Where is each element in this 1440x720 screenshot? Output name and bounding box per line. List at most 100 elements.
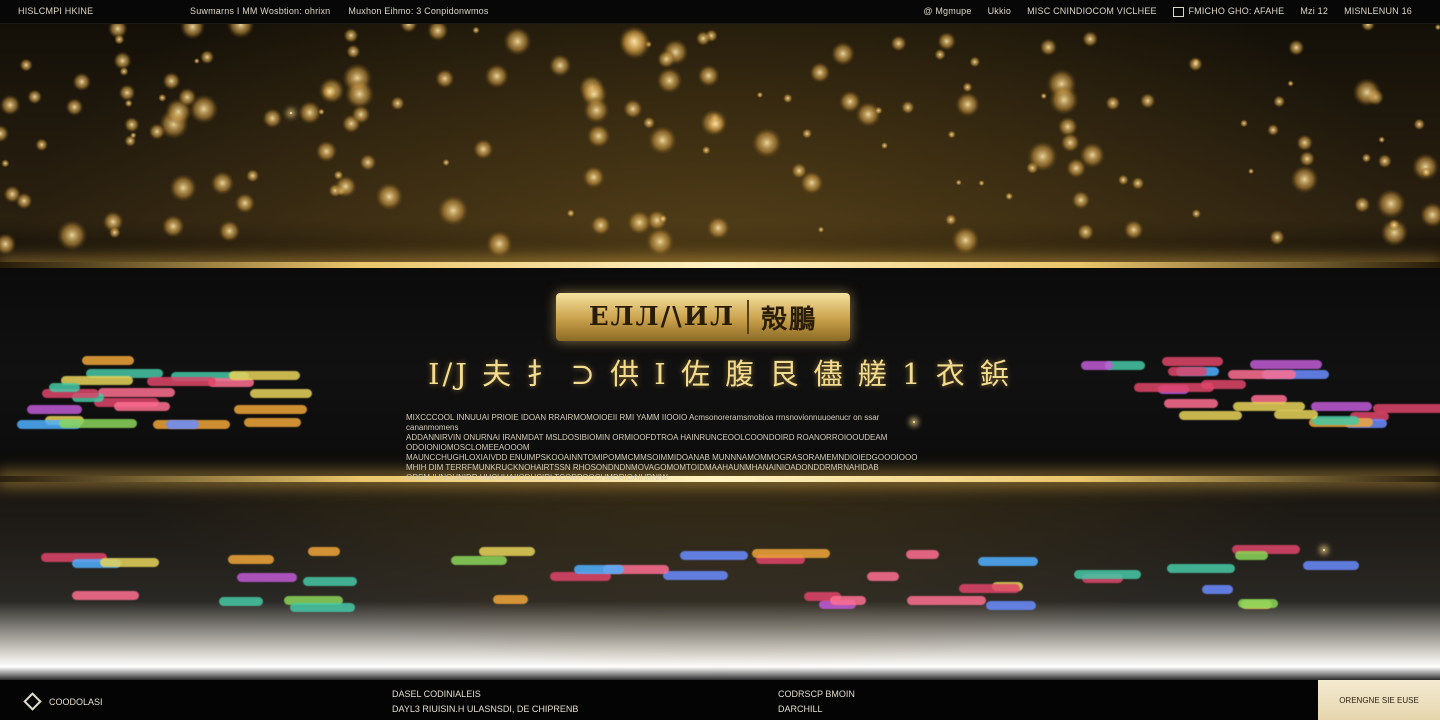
color-chip	[985, 601, 1037, 611]
color-chip	[218, 596, 264, 606]
bokeh-dot	[321, 83, 338, 100]
bokeh-dot	[962, 82, 973, 93]
color-chip	[493, 595, 529, 605]
bokeh-dot	[1131, 176, 1145, 190]
bokeh-dot	[618, 25, 650, 57]
bokeh-dot	[113, 34, 125, 45]
bokeh-dot	[590, 214, 612, 236]
bokeh-dot	[19, 58, 33, 72]
bokeh-dot	[627, 210, 652, 235]
bokeh-dot	[1353, 196, 1371, 214]
bokeh-dot	[1027, 140, 1058, 172]
bokeh-dot	[1421, 167, 1432, 178]
bokeh-dot	[1048, 84, 1080, 116]
bokeh-dot	[390, 96, 405, 111]
footer: COODOLASI DASEL CODINIALEIS DAYL3 RIUISI…	[0, 680, 1440, 720]
bokeh-dot	[118, 84, 136, 102]
bokeh-dot	[161, 214, 185, 238]
bokeh-dot	[15, 192, 33, 210]
bokeh-dot	[158, 93, 167, 103]
bokeh-dot	[1123, 219, 1144, 240]
nav-link-2[interactable]: Muxhon Eihmo: 3 Conpidonwmos	[348, 6, 488, 16]
bokeh-dot	[199, 49, 215, 65]
nav-right: @ Mgmupe Ukkio MISC CNINDIOCOM VICLHEE F…	[923, 6, 1412, 17]
bokeh-dot	[874, 106, 883, 115]
nav-link-7[interactable]: Mzi 12	[1300, 6, 1328, 16]
hero-headline: I/J 夫 扌 ⊃ 供 I 佐 腹 艮 儘 艖 1 衣 鋲	[428, 357, 1012, 391]
footer-logo[interactable]: COODOLASI	[23, 692, 103, 711]
footer-cta-button[interactable]: ORENGNE SIE EUSE	[1318, 680, 1440, 720]
color-chip	[303, 577, 358, 587]
bokeh-dot	[119, 66, 129, 77]
nav-link-3[interactable]: @ Mgmupe	[923, 6, 971, 16]
bokeh-dot	[1105, 95, 1121, 111]
bokeh-dot	[1273, 95, 1286, 108]
bokeh-dot	[35, 138, 49, 152]
bokeh-dot	[169, 173, 198, 202]
bokeh-dot	[1188, 56, 1203, 72]
color-chip	[978, 556, 1038, 566]
footer-link[interactable]: DASEL CODINIALEIS	[392, 687, 578, 702]
sparkle	[1323, 549, 1325, 551]
color-chip	[751, 548, 830, 558]
color-chip	[165, 420, 199, 430]
diamond-icon	[23, 692, 42, 711]
bokeh-dot	[1267, 123, 1280, 136]
bokeh-dot	[234, 192, 256, 214]
bokeh-dot	[437, 194, 469, 227]
nav-link-6[interactable]: FMICHO GHO: AFAHE	[1172, 6, 1285, 17]
bokeh-dot	[129, 131, 137, 139]
footer-logo-text: COODOLASI	[49, 696, 103, 707]
bokeh-dot	[65, 97, 84, 117]
bokeh-dot	[799, 170, 824, 195]
nav-link-5[interactable]: MISC CNINDIOCOM VICLHEE	[1027, 6, 1157, 16]
bokeh-dot	[622, 98, 643, 119]
description-line: ORSM IUNOUNIDR UHCHUAIIODUCIRI TCORPOOCH…	[406, 473, 668, 482]
bokeh-dot	[1239, 119, 1249, 128]
sparkle	[290, 112, 292, 114]
bokeh-dot	[656, 67, 683, 94]
bokeh-dot	[193, 58, 200, 64]
color-chip	[574, 564, 625, 574]
color-chip	[1232, 401, 1305, 411]
bokeh-dot	[123, 116, 140, 133]
brand-logo-badge[interactable]: ЕЛЛ/\ИЛ 殻鵬	[556, 293, 850, 341]
color-chip	[228, 554, 274, 564]
color-chip	[26, 405, 83, 415]
color-chip	[71, 590, 139, 600]
bokeh-dot	[645, 227, 675, 257]
nav-link-8[interactable]: MISNLENUN 16	[1344, 6, 1412, 16]
bokeh-dot	[548, 53, 572, 77]
footer-link[interactable]: DARCHILL	[778, 702, 855, 717]
bokeh-dot	[0, 94, 21, 116]
bokeh-dot	[315, 140, 338, 163]
bokeh-dot	[817, 226, 825, 233]
color-chip	[867, 572, 900, 582]
bokeh-dot	[1040, 92, 1048, 100]
bokeh-dot	[706, 216, 731, 240]
nav-link-1[interactable]: Suwmarns I MM Wosbtion: ohrixn	[190, 6, 330, 16]
bokeh-dot	[838, 90, 862, 113]
nav-link-6-label: FMICHO GHO: AFAHE	[1188, 6, 1285, 16]
bokeh-dot	[108, 226, 121, 239]
bokeh-dot	[830, 41, 856, 66]
bokeh-dot	[1296, 134, 1314, 152]
color-chip	[907, 595, 986, 605]
bokeh-dot	[1079, 142, 1106, 169]
bokeh-dot	[705, 113, 726, 134]
bokeh-dot	[1071, 190, 1091, 210]
footer-link[interactable]: DAYL3 RIUISIN.H ULASNSDI, DE CHIPRENB	[392, 702, 578, 717]
brand-name[interactable]: HISLCMPI HKINE	[18, 6, 93, 16]
bokeh-dot	[978, 179, 985, 187]
bokeh-dot	[890, 35, 907, 52]
color-chip	[1273, 410, 1319, 420]
bokeh-dot	[951, 225, 980, 255]
footer-column-2: CODRSCP BMOIN DARCHILL	[778, 687, 855, 717]
bokeh-dot	[1, 159, 10, 168]
bokeh-dot	[1378, 136, 1386, 144]
footer-link[interactable]: CODRSCP BMOIN	[778, 687, 855, 702]
bokeh-dot	[1060, 132, 1081, 153]
bokeh-dot	[375, 182, 404, 211]
bokeh-dot	[427, 24, 449, 42]
nav-link-4[interactable]: Ukkio	[988, 6, 1012, 16]
